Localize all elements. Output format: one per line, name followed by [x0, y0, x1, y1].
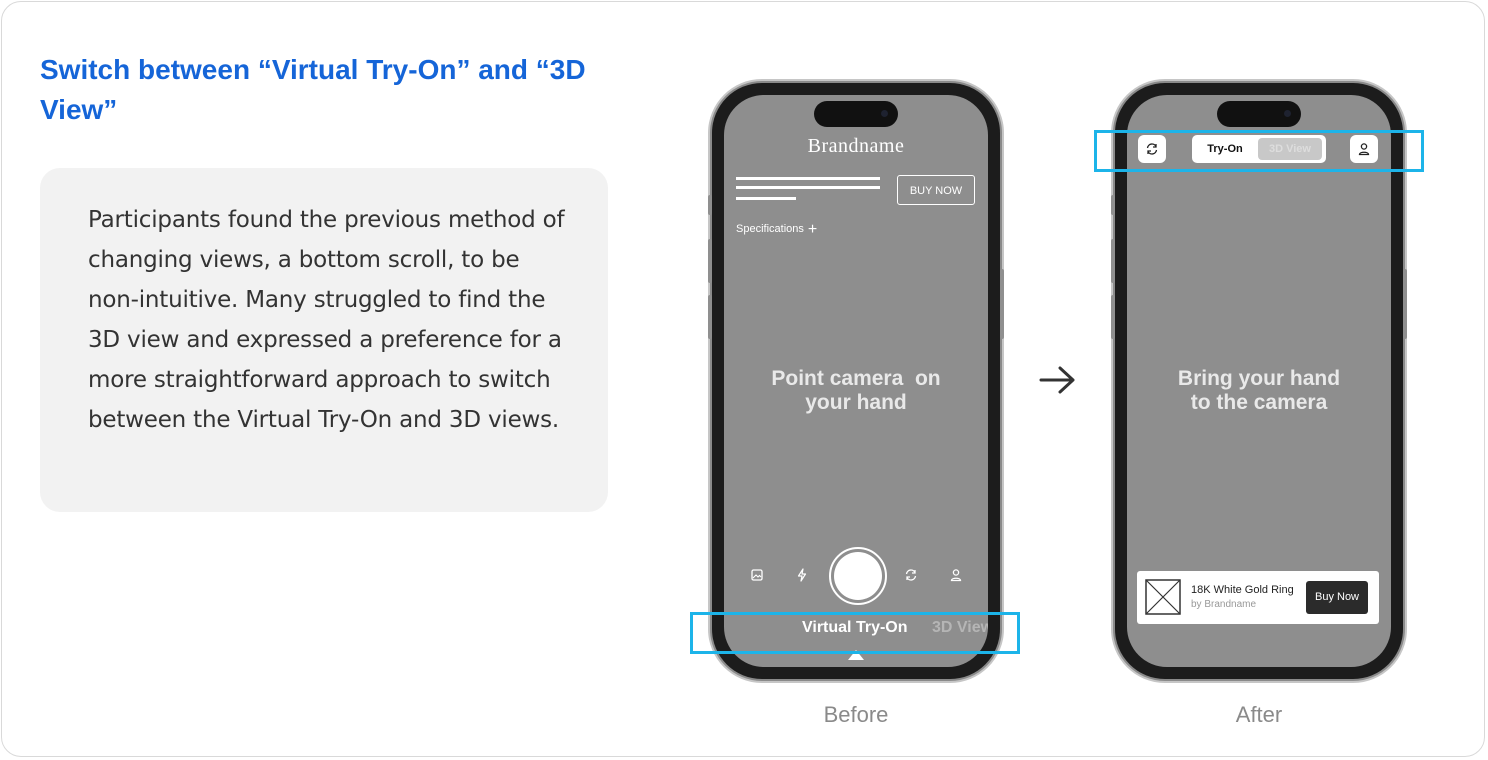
after-screen: Try-On 3D View Bring your hand to the ca…: [1127, 95, 1391, 667]
volume-down-button: [1111, 295, 1115, 339]
switch-camera-icon[interactable]: [903, 567, 919, 583]
slide-title: Switch between “Virtual Try-On” and “3D …: [40, 54, 586, 125]
product-brand: by Brandname: [1191, 599, 1257, 610]
before-highlight-box: [690, 612, 1020, 654]
shutter-button[interactable]: [829, 547, 887, 605]
volume-down-button: [708, 295, 712, 339]
side-button: [1111, 195, 1115, 215]
product-card: 18K White Gold Ring by Brandname Buy Now: [1137, 571, 1379, 624]
hint-line-1: Point camera on: [771, 367, 941, 390]
after-phone: Try-On 3D View Bring your hand to the ca…: [1111, 83, 1407, 679]
volume-up-button: [708, 239, 712, 283]
arrow-right-icon: [1039, 366, 1075, 394]
camera-hint: Bring your hand to the camera: [1127, 367, 1391, 415]
dynamic-island: [1217, 101, 1301, 127]
product-name: 18K White Gold Ring: [1191, 584, 1294, 596]
dynamic-island: [814, 101, 898, 127]
camera-hint: Point camera on your hand: [724, 367, 988, 415]
description-text: Participants found the previous method o…: [88, 207, 565, 433]
profile-icon[interactable]: [948, 567, 964, 583]
before-phone: Brandname BUY NOW Specifications + Point …: [708, 83, 1004, 679]
hint-line-2: to the camera: [1190, 391, 1328, 414]
hint-line-1: Bring your hand: [1177, 367, 1341, 390]
description-box: Participants found the previous method o…: [40, 168, 608, 512]
power-button: [1403, 269, 1407, 339]
before-caption: Before: [823, 702, 889, 727]
after-highlight-box: [1094, 130, 1424, 172]
gallery-icon[interactable]: [749, 567, 765, 583]
plus-icon: +: [807, 221, 818, 238]
specifications-label: Specifications: [736, 223, 804, 235]
image-placeholder-icon: [1145, 579, 1181, 615]
flash-icon[interactable]: [794, 567, 810, 583]
specifications-toggle[interactable]: Specifications +: [736, 221, 817, 239]
hint-line-2: your hand: [805, 391, 907, 414]
buy-now-button[interactable]: Buy Now: [1306, 581, 1368, 614]
before-screen: Brandname BUY NOW Specifications + Point …: [724, 95, 988, 667]
buy-now-button[interactable]: BUY NOW: [897, 175, 975, 205]
after-caption: After: [1235, 702, 1283, 727]
brand-logo: Brandname: [807, 135, 905, 157]
side-button: [708, 195, 712, 215]
power-button: [1000, 269, 1004, 339]
volume-up-button: [1111, 239, 1115, 283]
